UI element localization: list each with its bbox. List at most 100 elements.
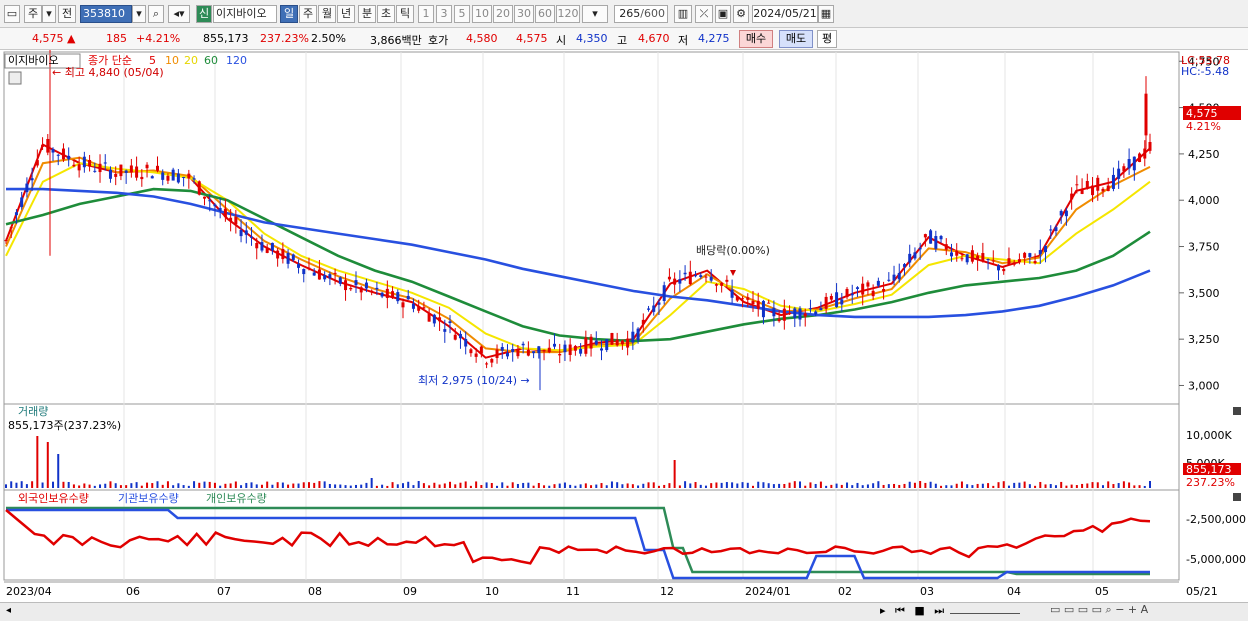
search-icon[interactable]: ⌕ — [148, 5, 164, 23]
volume-last-pct: 237.23% — [1186, 476, 1235, 489]
holdings-close-icon[interactable] — [1233, 493, 1241, 501]
period-week[interactable]: 주 — [299, 5, 317, 23]
volume-bar — [57, 454, 60, 488]
price-chart-svg[interactable]: 4,7504,5004,2504,0003,7503,5003,2503,000… — [0, 44, 1248, 602]
volume-bar — [1007, 485, 1010, 488]
volume-bar — [621, 484, 624, 488]
candle-body — [140, 176, 144, 180]
x-tick-label: 09 — [403, 585, 417, 598]
volume-bar — [334, 484, 337, 488]
candle-icon[interactable]: ▥ — [674, 5, 692, 23]
candle-body — [913, 252, 917, 259]
candle-body — [829, 296, 833, 300]
candle-body — [1085, 181, 1089, 189]
period-month[interactable]: 월 — [318, 5, 336, 23]
scroll-left-icon[interactable]: ◂ — [6, 605, 11, 616]
period-minute[interactable]: 분 — [358, 5, 376, 23]
candle-body — [124, 170, 128, 173]
candle-body — [14, 212, 18, 216]
candle-body — [845, 288, 849, 298]
code-dropdown-icon[interactable]: ▾ — [132, 5, 146, 23]
volume-bar — [490, 483, 493, 488]
interval-30[interactable]: 30 — [514, 5, 534, 23]
candle-body — [532, 351, 536, 354]
volume-bar — [88, 484, 91, 488]
interval-120[interactable]: 120 — [556, 5, 580, 23]
volume-close-icon[interactable] — [1233, 407, 1241, 415]
candle-body — [761, 300, 765, 318]
volume-title: 거래량 — [18, 405, 48, 418]
trend-icon[interactable]: ⤫ — [695, 5, 713, 23]
market-select[interactable]: 주 — [24, 5, 42, 23]
period-day[interactable]: 일 — [280, 5, 298, 23]
table-icon[interactable] — [8, 71, 22, 85]
volume-bar — [266, 481, 269, 488]
interval-60[interactable]: 60 — [535, 5, 555, 23]
period-year[interactable]: 년 — [337, 5, 355, 23]
interval-20[interactable]: 20 — [493, 5, 513, 23]
calendar-icon[interactable]: ▦ — [818, 5, 834, 23]
candle-body — [302, 269, 306, 275]
volume-bar — [438, 484, 441, 488]
volume-bar — [595, 484, 598, 488]
gear-icon[interactable]: ⚙ — [733, 5, 749, 23]
candle-body — [427, 313, 431, 322]
interval-3[interactable]: 3 — [436, 5, 452, 23]
candle-body — [600, 348, 604, 351]
volume-bar — [757, 481, 760, 488]
period-tick[interactable]: 틱 — [396, 5, 414, 23]
volume-bar — [31, 481, 34, 488]
volume-bar — [1117, 483, 1120, 488]
bottom-scrollbar[interactable]: ◂ ▸ ⏮ ■ ⏭ ▭ ▭ ▭ ▭ ⌕ − + A — [0, 602, 1248, 621]
chart-area[interactable]: 4,7504,5004,2504,0003,7503,5003,2503,000… — [0, 44, 1248, 621]
candle-body — [192, 178, 196, 180]
zoom-controls[interactable]: ▭ ▭ ▭ ▭ ⌕ − + A — [1050, 603, 1148, 617]
candle-body — [276, 250, 280, 259]
candle-body — [1002, 268, 1006, 272]
candle-body — [929, 230, 933, 244]
volume-bar — [1049, 484, 1052, 488]
volume-bar — [1143, 485, 1146, 488]
eval-button[interactable]: 평 — [817, 30, 837, 48]
date-input[interactable]: 2024/05/21 — [752, 5, 818, 23]
buy-button[interactable]: 매수 — [739, 30, 773, 48]
volume-bar — [642, 483, 645, 488]
x-tick-label: 05 — [1095, 585, 1109, 598]
chevron-down-icon[interactable]: ▾ — [42, 5, 56, 23]
volume-bar — [119, 485, 122, 488]
volume-bar — [673, 460, 676, 488]
new-badge[interactable]: 신 — [196, 5, 212, 23]
code-input[interactable]: 353810 — [80, 5, 132, 23]
interval-5[interactable]: 5 — [454, 5, 470, 23]
candle-body — [1049, 229, 1053, 231]
ma-legend-10: 10 — [165, 54, 179, 67]
volume-bar — [402, 483, 405, 488]
candle-body — [714, 284, 718, 286]
sell-button[interactable]: 매도 — [779, 30, 813, 48]
interval-10[interactable]: 10 — [472, 5, 492, 23]
candle-body — [1038, 250, 1042, 255]
candle-body — [516, 349, 520, 357]
candle-body — [312, 272, 316, 276]
candle-body — [647, 308, 651, 310]
volume-bar — [386, 485, 389, 488]
change-pct: +4.21% — [136, 32, 181, 45]
period-second[interactable]: 초 — [377, 5, 395, 23]
volume-bar — [746, 482, 749, 488]
volume-bar — [260, 484, 263, 488]
volume-bar — [809, 482, 812, 488]
interval-1[interactable]: 1 — [418, 5, 434, 23]
interval-dropdown-icon[interactable]: ▾ — [582, 5, 608, 23]
candle-body — [777, 319, 781, 322]
menu-icon[interactable]: ▭ — [4, 5, 20, 23]
playback-controls[interactable]: ▸ ⏮ ■ ⏭ — [880, 604, 947, 618]
candle-body — [25, 183, 29, 193]
candle-body — [887, 279, 891, 281]
count-input[interactable]: 265/600 — [614, 5, 668, 23]
volume-bar — [694, 482, 697, 488]
zoom-slider[interactable] — [950, 604, 1020, 614]
trade-amount: 3,866백만 — [370, 34, 422, 47]
sound-icon[interactable]: ◂▾ — [168, 5, 190, 23]
prev-button[interactable]: 전 — [58, 5, 76, 23]
save-icon[interactable]: ▣ — [715, 5, 731, 23]
